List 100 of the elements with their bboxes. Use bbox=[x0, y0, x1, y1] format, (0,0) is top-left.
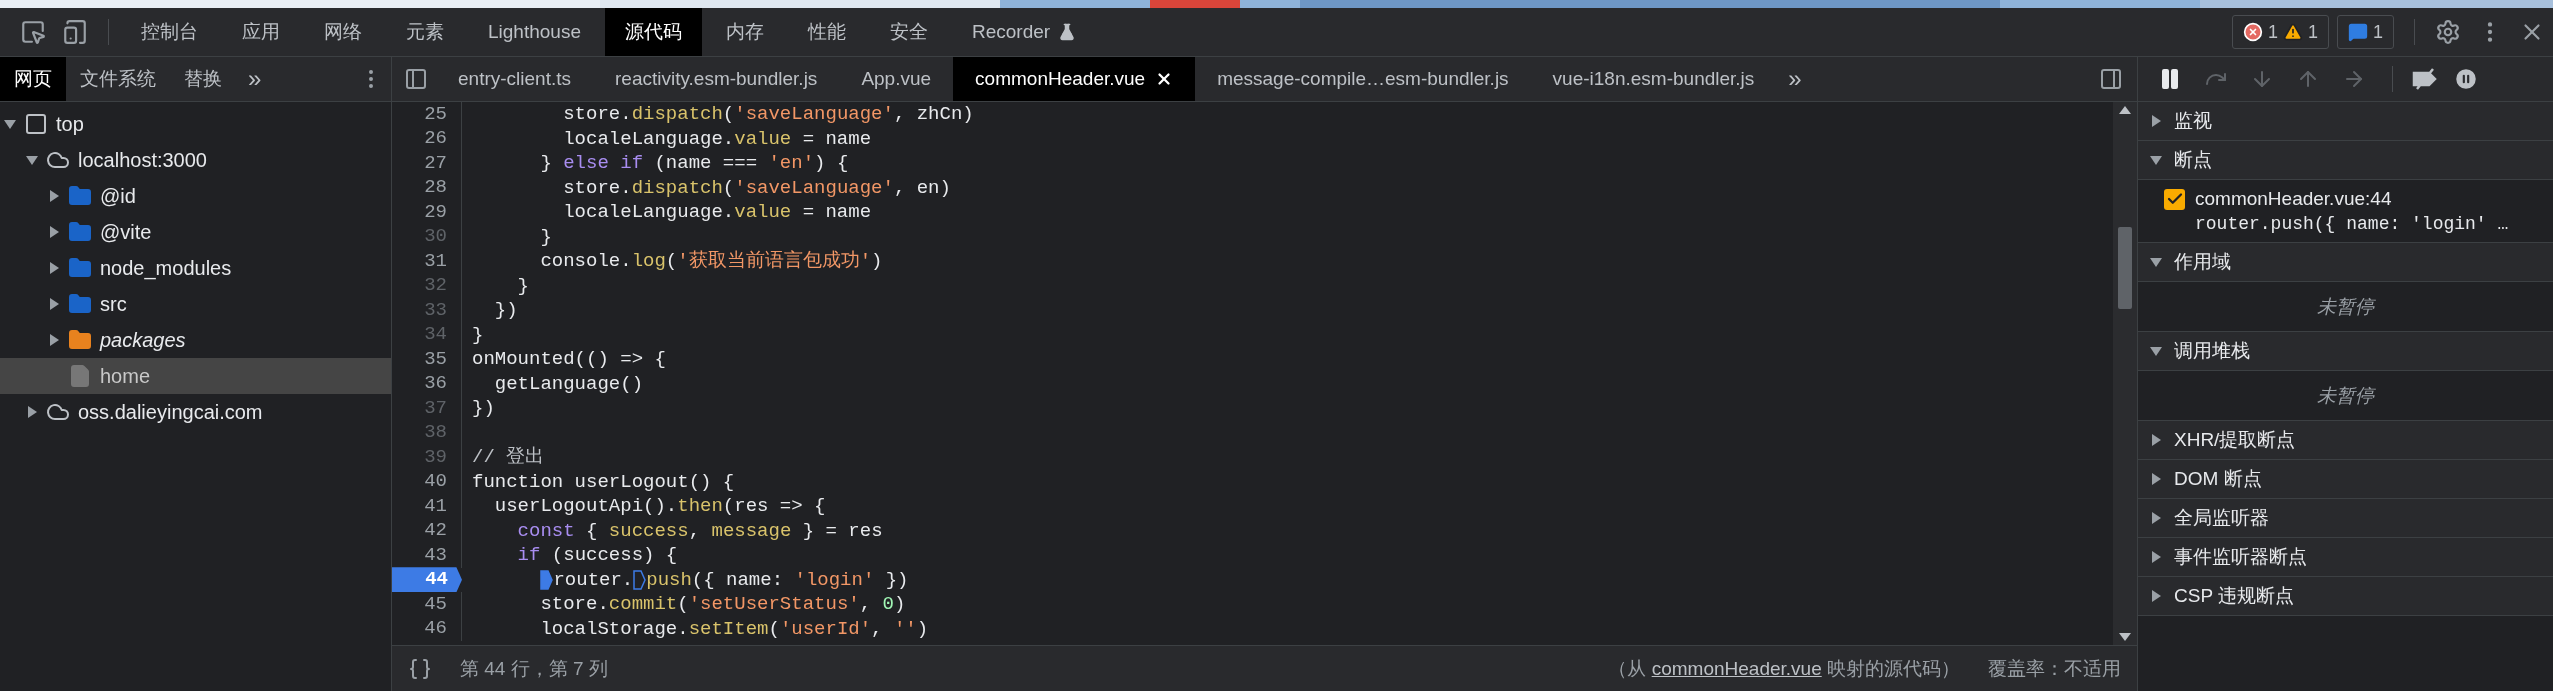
collapsed-arrow-icon[interactable] bbox=[26, 406, 38, 418]
section-header[interactable]: CSP 违规断点 bbox=[2138, 577, 2553, 616]
collapsed-arrow-icon[interactable] bbox=[2150, 473, 2162, 485]
section-header[interactable]: 调用堆栈 bbox=[2138, 332, 2553, 371]
tree-item[interactable]: home bbox=[0, 358, 391, 394]
line-number[interactable]: 45 bbox=[392, 591, 462, 617]
pause-on-exceptions-icon[interactable] bbox=[2453, 66, 2479, 92]
breakpoint-code: router.push({ name: 'login' … bbox=[2195, 214, 2510, 234]
line-number[interactable]: 31 bbox=[392, 248, 462, 274]
breakpoint-checkbox[interactable] bbox=[2164, 188, 2185, 210]
line-number[interactable]: 35 bbox=[392, 346, 462, 372]
line-number[interactable]: 36 bbox=[392, 371, 462, 397]
line-number[interactable]: 44 bbox=[392, 567, 462, 593]
panel-tab[interactable]: Recorder bbox=[951, 8, 1097, 56]
code-text: router. bbox=[553, 567, 634, 592]
tree-item[interactable]: oss.dalieyingcai.com bbox=[0, 394, 391, 430]
collapsed-arrow-icon[interactable] bbox=[2150, 115, 2162, 127]
tree-item[interactable]: top bbox=[0, 106, 391, 142]
line-number[interactable]: 42 bbox=[392, 518, 462, 544]
panel-tab[interactable]: 安全 bbox=[869, 8, 948, 56]
panel-tab[interactable]: Lighthouse bbox=[468, 8, 601, 56]
collapsed-arrow-icon[interactable] bbox=[2150, 590, 2162, 602]
breakpoint-location: commonHeader.vue:44 bbox=[2195, 188, 2392, 210]
scrollbar-thumb[interactable] bbox=[2118, 227, 2132, 309]
tree-item-label: top bbox=[56, 112, 84, 136]
expanded-arrow-icon[interactable] bbox=[4, 118, 16, 130]
more-tabs-button[interactable]: » bbox=[1776, 57, 1814, 101]
collapsed-arrow-icon[interactable] bbox=[48, 226, 60, 238]
panel-tab[interactable]: 元素 bbox=[386, 8, 464, 56]
expanded-arrow-icon[interactable] bbox=[2150, 345, 2162, 357]
code-text: store.commit('setUserStatus', 0) bbox=[539, 592, 906, 617]
code-text: getLanguage() bbox=[493, 371, 644, 396]
section-header[interactable]: DOM 断点 bbox=[2138, 460, 2553, 499]
scroll-down-icon[interactable] bbox=[2119, 633, 2131, 641]
file-tab[interactable]: reactivity.esm-bundler.js bbox=[593, 57, 840, 101]
code-text: localStorage.setItem('userId', '') bbox=[539, 616, 929, 641]
panel-left-icon[interactable] bbox=[404, 67, 428, 91]
settings-icon[interactable] bbox=[2435, 19, 2461, 45]
issues-counter[interactable]: 1 1 bbox=[2231, 15, 2329, 49]
code-text: }) bbox=[472, 396, 495, 421]
line-number[interactable]: 41 bbox=[392, 493, 462, 519]
section-header[interactable]: 作用域 bbox=[2138, 243, 2553, 282]
navigator-tab[interactable]: 文件系统 bbox=[66, 57, 170, 101]
panel-tab[interactable]: 应用 bbox=[222, 8, 300, 56]
file-tab[interactable]: commonHeader.vue bbox=[953, 57, 1196, 101]
code-text: push({ name: 'login' }) bbox=[646, 567, 909, 592]
navigator-tab[interactable]: 网页 bbox=[0, 57, 66, 101]
collapsed-arrow-icon[interactable] bbox=[48, 298, 60, 310]
collapsed-arrow-icon[interactable] bbox=[2150, 434, 2162, 446]
section-header[interactable]: 监视 bbox=[2138, 102, 2553, 141]
tree-item[interactable]: src bbox=[0, 286, 391, 322]
pretty-print-icon[interactable] bbox=[408, 656, 432, 681]
line-number[interactable]: 43 bbox=[392, 542, 462, 568]
source-file-link[interactable]: commonHeader.vue bbox=[1651, 657, 1822, 679]
line-number[interactable]: 46 bbox=[392, 616, 462, 642]
section-header[interactable]: XHR/提取断点 bbox=[2138, 421, 2553, 460]
expanded-arrow-icon[interactable] bbox=[2150, 154, 2162, 166]
messages-counter[interactable]: 1 bbox=[2337, 15, 2394, 49]
section-header[interactable]: 全局监听器 bbox=[2138, 499, 2553, 538]
file-tab[interactable]: entry-client.ts bbox=[436, 57, 593, 101]
panel-right-icon[interactable] bbox=[2099, 67, 2123, 91]
section-header[interactable]: 断点 bbox=[2138, 141, 2553, 180]
section-header[interactable]: 事件监听器断点 bbox=[2138, 538, 2553, 577]
file-tab[interactable]: App.vue bbox=[839, 57, 954, 101]
breakpoint-marker-icon[interactable] bbox=[540, 569, 554, 590]
collapsed-arrow-icon[interactable] bbox=[2150, 551, 2162, 563]
line-number[interactable]: 28 bbox=[392, 175, 462, 201]
deactivate-breakpoints-icon[interactable] bbox=[2411, 67, 2439, 91]
line-number[interactable]: 27 bbox=[392, 150, 462, 176]
panel-tab[interactable]: 内存 bbox=[705, 8, 784, 56]
tree-item[interactable]: localhost:3000 bbox=[0, 142, 391, 178]
panel-tab[interactable]: 网络 bbox=[304, 8, 382, 56]
line-number[interactable]: 40 bbox=[392, 469, 462, 495]
line-number[interactable]: 25 bbox=[392, 102, 462, 127]
expanded-arrow-icon[interactable] bbox=[26, 154, 38, 166]
file-tab[interactable]: vue-i18n.esm-bundler.js bbox=[1530, 57, 1777, 101]
device-toolbar-icon[interactable] bbox=[62, 19, 88, 45]
line-number[interactable]: 26 bbox=[392, 126, 462, 152]
tree-item[interactable]: @vite bbox=[0, 214, 391, 250]
tree-item[interactable]: packages bbox=[0, 322, 391, 358]
breakpoint-marker-icon[interactable] bbox=[633, 569, 647, 590]
code-text: // 登出 bbox=[472, 445, 545, 470]
collapsed-arrow-icon[interactable] bbox=[2150, 512, 2162, 524]
tree-item-label: home bbox=[100, 364, 151, 388]
more-tabs-button[interactable]: » bbox=[236, 57, 274, 101]
collapsed-arrow-icon[interactable] bbox=[48, 190, 60, 202]
navigator-tab[interactable]: 替换 bbox=[170, 57, 236, 101]
panel-tab[interactable]: 源代码 bbox=[604, 8, 702, 56]
tree-item[interactable]: node_modules bbox=[0, 250, 391, 286]
panel-tab[interactable]: 性能 bbox=[787, 8, 866, 56]
inspect-element-icon[interactable] bbox=[20, 19, 46, 45]
panel-tab[interactable]: 控制台 bbox=[121, 8, 218, 56]
scroll-up-icon[interactable] bbox=[2119, 106, 2131, 114]
collapsed-arrow-icon[interactable] bbox=[48, 262, 60, 274]
expanded-arrow-icon[interactable] bbox=[2150, 256, 2162, 268]
line-number[interactable]: 29 bbox=[392, 199, 462, 225]
collapsed-arrow-icon[interactable] bbox=[48, 334, 60, 346]
tree-item[interactable]: @id bbox=[0, 178, 391, 214]
warning-icon bbox=[2282, 22, 2303, 42]
file-tab[interactable]: message-compile…esm-bundler.js bbox=[1195, 57, 1531, 101]
